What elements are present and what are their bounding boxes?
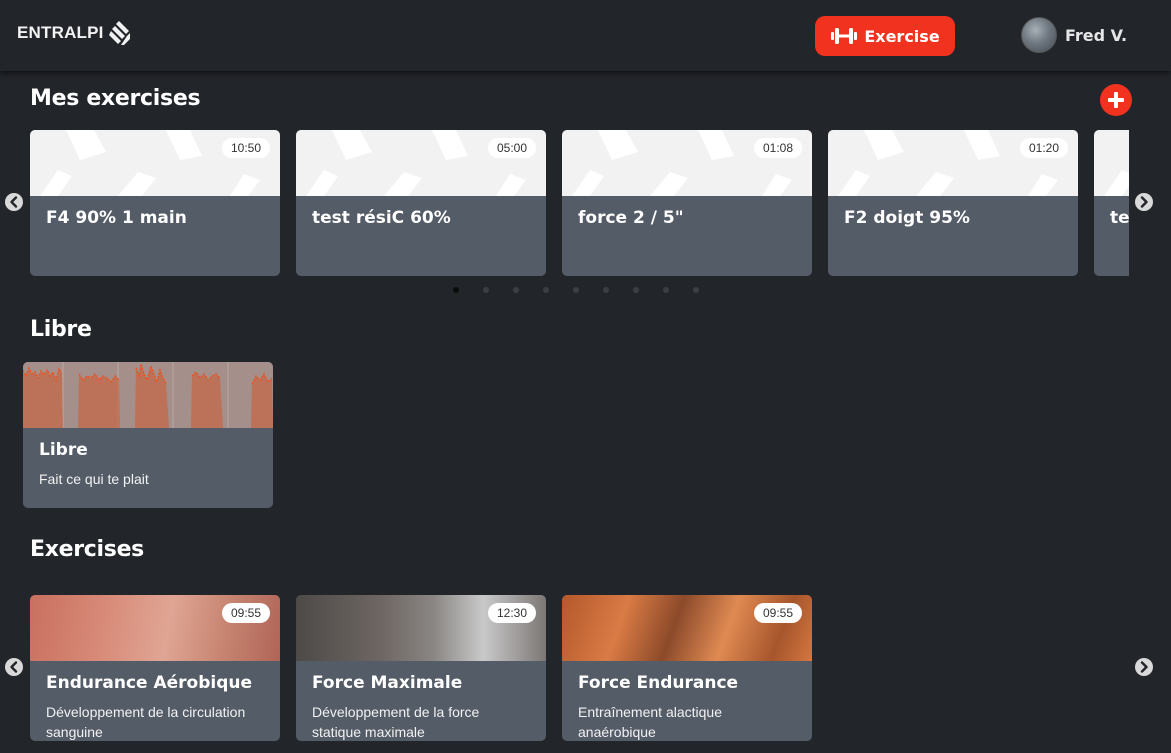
card-title: F4 90% 1 main: [46, 208, 187, 228]
card-thumbnail: 01:08: [562, 130, 812, 196]
pagination-dot[interactable]: [663, 287, 669, 293]
pagination-dot[interactable]: [633, 287, 639, 293]
add-exercise-button[interactable]: [1100, 84, 1132, 116]
logo[interactable]: ENTRALPI: [17, 20, 131, 46]
exercises-prev-button[interactable]: [5, 658, 23, 676]
card-thumbnail: 10:50: [30, 130, 280, 196]
pagination-dot[interactable]: [543, 287, 549, 293]
avatar: [1021, 17, 1057, 53]
duration-badge: 05:00: [487, 138, 536, 158]
pagination-dot[interactable]: [453, 287, 459, 293]
duration-badge: 12:30: [487, 603, 536, 623]
card-thumbnail: 05:00: [296, 130, 546, 196]
force-graph-thumbnail: [23, 362, 273, 428]
card-thumbnail: 01:20: [828, 130, 1078, 196]
carousel-pagination: [453, 287, 723, 293]
exercise-card[interactable]: tes: [1094, 130, 1129, 276]
chevron-right-icon: [1140, 196, 1148, 208]
exercise-card[interactable]: 09:55 Force Endurance Entraînement alact…: [562, 595, 812, 741]
card-title: Endurance Aérobique: [46, 673, 253, 693]
exercise-card[interactable]: 01:20 F2 doigt 95%: [828, 130, 1078, 276]
exercise-button-label: Exercise: [864, 26, 940, 46]
logo-mark-icon: [108, 21, 130, 45]
pagination-dot[interactable]: [513, 287, 519, 293]
my-exercises-next-button[interactable]: [1135, 193, 1153, 211]
chevron-left-icon: [10, 196, 18, 208]
duration-badge: 10:50: [221, 138, 270, 158]
card-title: Force Endurance: [578, 673, 739, 693]
card-description: Fait ce qui te plait: [39, 471, 149, 487]
exercise-button[interactable]: Exercise: [815, 16, 955, 56]
card-title: Force Maximale: [312, 673, 463, 693]
user-name: Fred V.: [1065, 25, 1128, 45]
pagination-dot[interactable]: [693, 287, 699, 293]
card-thumbnail: [1094, 130, 1129, 196]
card-title: force 2 / 5": [578, 208, 684, 228]
logo-text: ENTRALPI: [17, 23, 104, 42]
pagination-dot[interactable]: [573, 287, 579, 293]
section-title-libre: Libre: [30, 317, 92, 342]
card-description: Développement de la force statique maxim…: [312, 704, 480, 740]
card-photo: 09:55: [562, 595, 812, 661]
card-description: Développement de la circulation sanguine: [46, 704, 246, 740]
exercise-card[interactable]: 05:00 test résiC 60%: [296, 130, 546, 276]
card-title: F2 doigt 95%: [844, 208, 970, 228]
dumbbell-icon: [831, 28, 858, 44]
card-description: Entraînement alactique anaérobique: [578, 704, 722, 740]
exercise-card[interactable]: 10:50 F4 90% 1 main: [30, 130, 280, 276]
duration-badge: 09:55: [753, 603, 802, 623]
duration-badge: 09:55: [221, 603, 270, 623]
libre-card[interactable]: Libre Fait ce qui te plait: [23, 362, 273, 508]
duration-badge: 01:08: [753, 138, 802, 158]
exercise-card[interactable]: 09:55 Endurance Aérobique Développement …: [30, 595, 280, 741]
exercise-card[interactable]: 12:30 Force Maximale Développement de la…: [296, 595, 546, 741]
force-graph: [23, 362, 273, 428]
exercises-carousel: 09:55 Endurance Aérobique Développement …: [30, 595, 1129, 741]
section-title-exercises: Exercises: [30, 537, 144, 562]
pagination-dot[interactable]: [483, 287, 489, 293]
chevron-left-icon: [10, 661, 18, 673]
pagination-dot[interactable]: [603, 287, 609, 293]
exercise-card[interactable]: 01:08 force 2 / 5": [562, 130, 812, 276]
top-bar: ENTRALPI Exercise Fred V.: [0, 0, 1171, 71]
card-photo: 09:55: [30, 595, 280, 661]
placeholder-pattern: [1104, 170, 1129, 196]
my-exercises-prev-button[interactable]: [5, 193, 23, 211]
my-exercises-carousel: 10:50 F4 90% 1 main 05:00 test résiC 60%: [30, 130, 1129, 276]
card-title: tes: [1110, 208, 1129, 228]
card-title: Libre: [39, 440, 88, 460]
duration-badge: 01:20: [1019, 138, 1068, 158]
chevron-right-icon: [1140, 661, 1148, 673]
section-title-my-exercises: Mes exercises: [30, 86, 201, 111]
exercises-next-button[interactable]: [1135, 658, 1153, 676]
card-title: test résiC 60%: [312, 208, 451, 228]
card-photo: 12:30: [296, 595, 546, 661]
user-menu[interactable]: Fred V.: [1021, 17, 1127, 53]
